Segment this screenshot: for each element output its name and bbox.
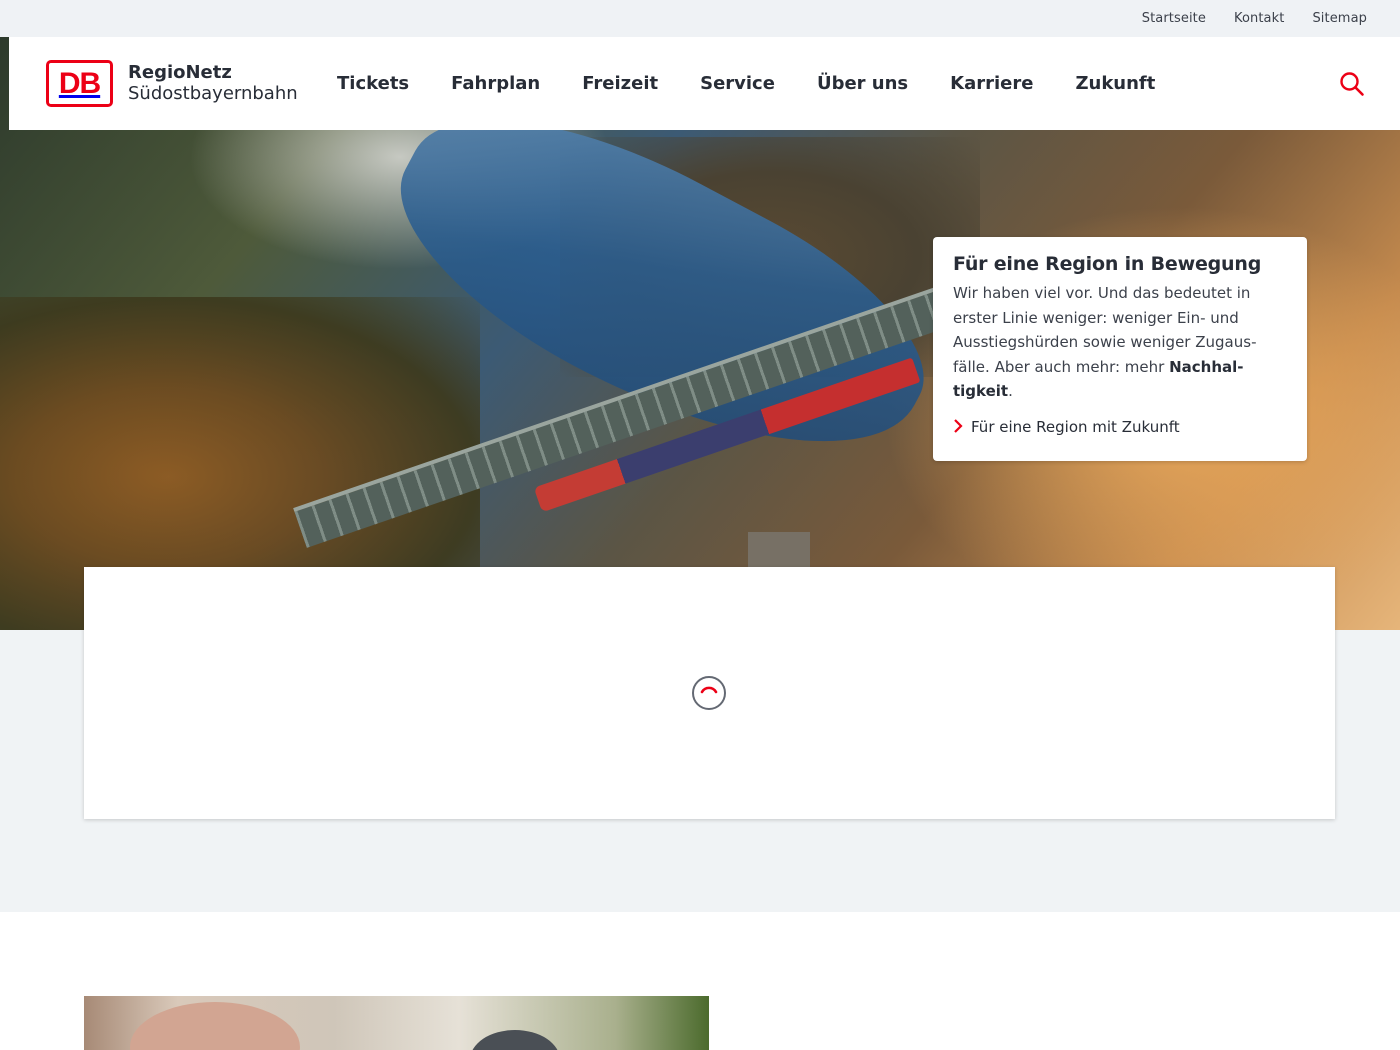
chevron-right-icon — [953, 418, 963, 437]
teaser-image-person-2 — [470, 1030, 560, 1050]
search-icon[interactable] — [1339, 71, 1365, 97]
hero-teaser-link[interactable]: Für eine Region mit Zukunft — [953, 418, 1287, 437]
meta-navigation-bar: Startseite Kontakt Sitemap — [0, 0, 1400, 37]
nav-item-fahrplan[interactable]: Fahrplan — [451, 73, 540, 94]
teaser-image[interactable] — [84, 996, 709, 1050]
brand-name-line1: RegioNetz — [128, 62, 232, 83]
db-logo-text: DB — [58, 66, 101, 100]
meta-link-sitemap[interactable]: Sitemap — [1312, 11, 1367, 26]
meta-link-startseite[interactable]: Startseite — [1142, 11, 1206, 26]
hero-teaser-card: Für eine Region in Bewegung Wir haben vi… — [933, 237, 1307, 461]
lower-section — [0, 912, 1400, 1050]
hero-teaser-text: Wir haben viel vor. Und das bedeutet in … — [953, 281, 1287, 404]
loading-spinner-icon — [691, 675, 727, 711]
teaser-image-person — [130, 1002, 300, 1050]
nav-item-tickets[interactable]: Tickets — [337, 73, 409, 94]
meta-links: Startseite Kontakt Sitemap — [1142, 11, 1367, 26]
content-panel — [84, 567, 1335, 819]
site-header: DB RegioNetz Südostbayernbahn Tickets Fa… — [9, 37, 1400, 130]
nav-item-service[interactable]: Service — [700, 73, 775, 94]
nav-item-freizeit[interactable]: Freizeit — [582, 73, 658, 94]
nav-item-karriere[interactable]: Karriere — [950, 73, 1033, 94]
brand-name[interactable]: RegioNetz Südostbayernbahn — [128, 63, 298, 105]
meta-link-kontakt[interactable]: Kontakt — [1234, 11, 1284, 26]
main-navigation: Tickets Fahrplan Freizeit Service Über u… — [337, 73, 1197, 94]
nav-item-ueber-uns[interactable]: Über uns — [817, 73, 908, 94]
hero-teaser-text-end: . — [1008, 382, 1013, 400]
brand-name-line2: Südostbayernbahn — [128, 83, 298, 104]
hero-teaser-link-label: Für eine Region mit Zukunft — [971, 418, 1180, 436]
db-logo[interactable]: DB — [46, 60, 113, 107]
nav-item-zukunft[interactable]: Zukunft — [1075, 73, 1155, 94]
hero-teaser-title: Für eine Region in Bewegung — [953, 253, 1262, 275]
